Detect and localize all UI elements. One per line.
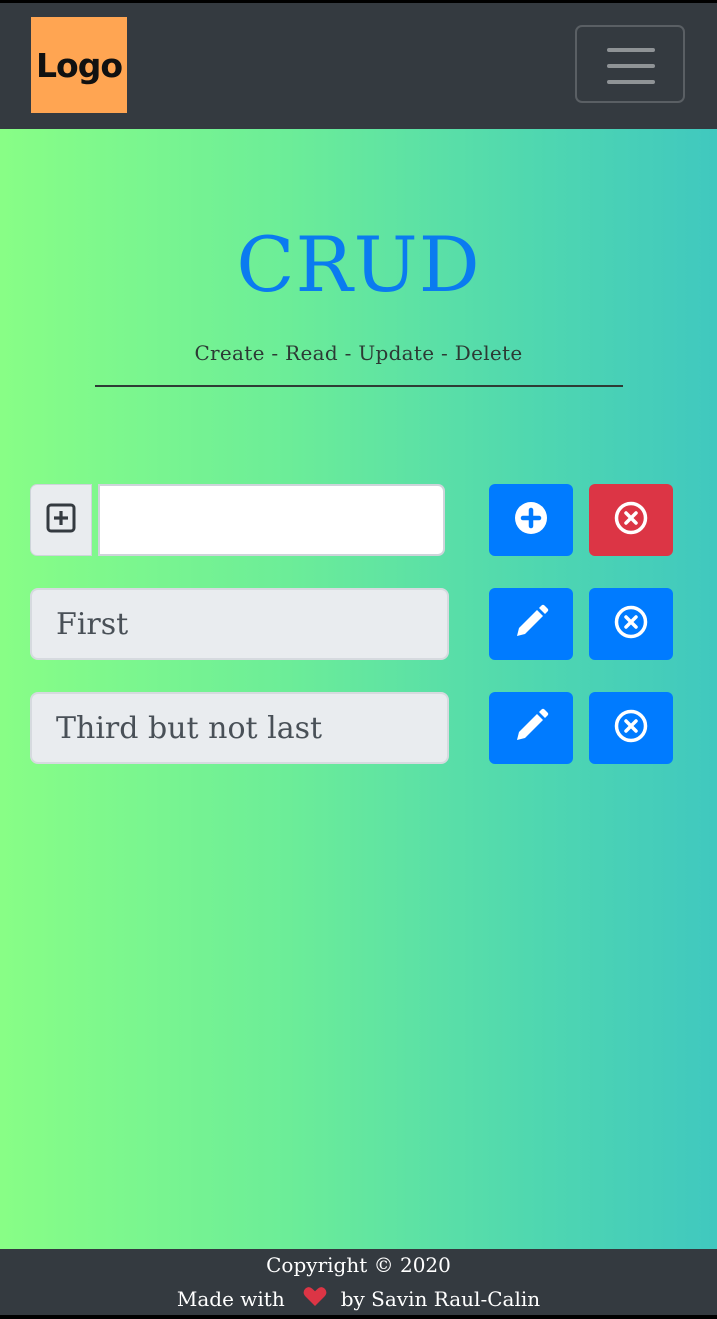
x-circle-icon [614,605,648,643]
list-item [0,588,717,660]
logo[interactable]: Logo [31,17,127,113]
page-subtitle: Create - Read - Update - Delete [194,341,523,365]
delete-item-button[interactable] [589,692,673,764]
copyright-text: Copyright © 2020 [266,1253,451,1277]
heart-icon [303,1286,327,1312]
logo-text: Logo [36,45,123,85]
delete-item-button[interactable] [589,588,673,660]
edit-item-button[interactable] [489,588,573,660]
made-with-line: Made with by Savin Raul-Calin [0,1286,717,1312]
made-with-text: Made with [176,1287,285,1311]
x-circle-icon [614,709,648,747]
clear-input-button[interactable] [589,484,673,556]
page: Logo CRUD Create - Read - Update - Delet… [0,0,717,1319]
pencil-icon [513,604,549,644]
navbar: Logo [0,3,717,129]
item-input[interactable] [30,692,449,764]
bottom-edge [0,1315,717,1319]
edit-item-button[interactable] [489,692,573,764]
navbar-toggler-button[interactable] [575,25,685,103]
add-item-button[interactable] [489,484,573,556]
header-divider [95,385,623,387]
item-input[interactable] [30,588,449,660]
main-content: CRUD Create - Read - Update - Delete [0,129,717,1249]
new-item-row [0,484,717,556]
new-item-prepend [30,484,92,556]
x-circle-icon [614,501,648,539]
pencil-icon [513,708,549,748]
plus-square-icon [46,503,76,537]
new-item-input[interactable] [98,484,445,556]
page-title: CRUD [236,220,481,309]
author-text: by Savin Raul-Calin [340,1287,541,1311]
plus-circle-icon [515,502,547,538]
footer: Copyright © 2020 Made with by Savin Raul… [0,1249,717,1315]
list-item [0,692,717,764]
